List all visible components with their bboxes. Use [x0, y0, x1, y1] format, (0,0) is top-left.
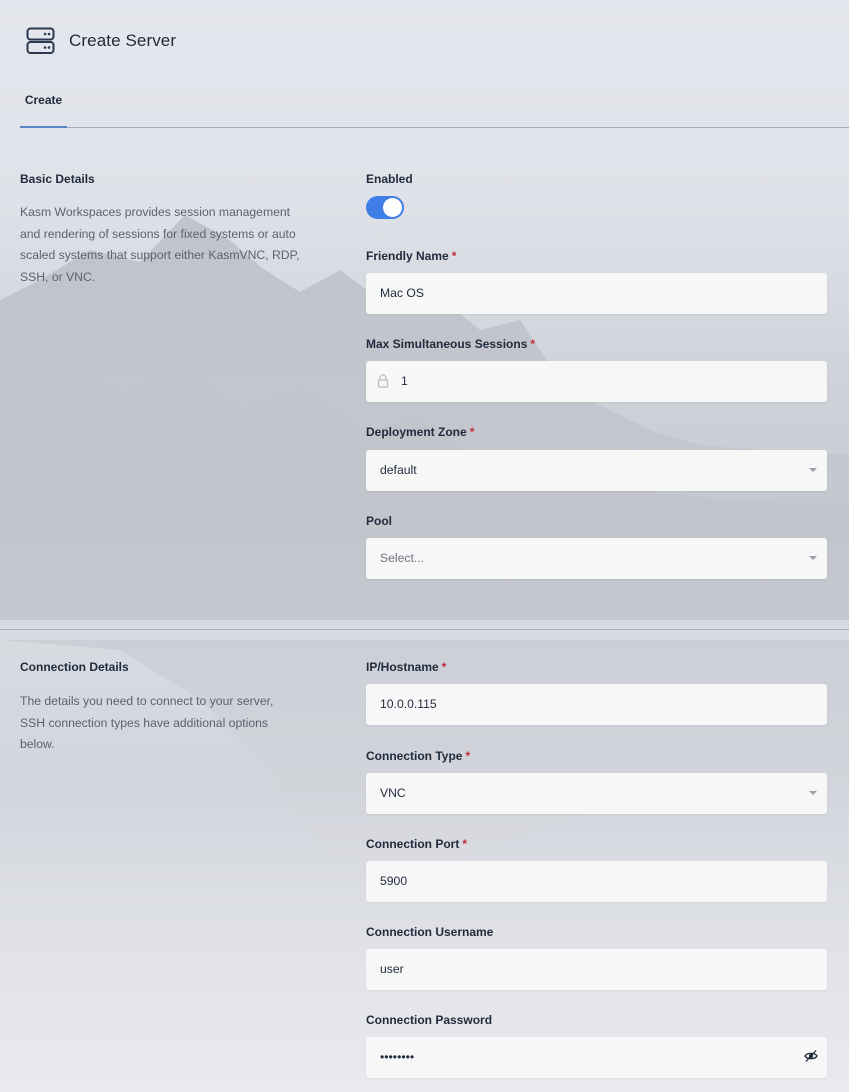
caret-down-icon: [809, 468, 817, 472]
connection-username-label: Connection Username: [366, 925, 494, 939]
connection-port-input[interactable]: 5900: [366, 861, 827, 902]
connection-port-label: Connection Port *: [366, 837, 467, 851]
max-sessions-label-text: Max Simultaneous Sessions: [366, 337, 528, 351]
deployment-zone-label-text: Deployment Zone: [366, 425, 467, 439]
ip-hostname-value: 10.0.0.115: [380, 697, 437, 711]
tab-create[interactable]: Create: [20, 92, 67, 128]
connection-username-value: user: [380, 962, 404, 976]
connection-password-label: Connection Password: [366, 1013, 493, 1027]
ip-hostname-label-text: IP/Hostname: [366, 660, 439, 674]
connection-details-description: The details you need to connect to your …: [20, 694, 274, 751]
server-icon: [26, 27, 55, 54]
required-marker: *: [465, 749, 471, 763]
page-header: Create Server: [26, 26, 176, 56]
pool-label: Pool: [366, 514, 392, 528]
required-marker: *: [469, 425, 475, 439]
connection-password-input[interactable]: ••••••••: [366, 1037, 827, 1078]
connection-port-value: 5900: [380, 874, 408, 888]
max-sessions-label: Max Simultaneous Sessions *: [366, 337, 535, 351]
tab-bar: Create: [20, 92, 849, 128]
connection-type-label: Connection Type *: [366, 749, 470, 763]
eye-slash-icon[interactable]: [804, 1049, 818, 1063]
required-marker: *: [462, 837, 467, 851]
basic-details-title: Basic Details: [20, 172, 95, 186]
deployment-zone-value: default: [380, 463, 417, 477]
pool-placeholder: Select...: [380, 551, 425, 565]
tab-create-label: Create: [24, 93, 63, 107]
max-sessions-value: 1: [401, 374, 408, 388]
enabled-toggle[interactable]: [366, 196, 404, 219]
connection-type-label-text: Connection Type: [366, 749, 463, 763]
ip-hostname-label: IP/Hostname *: [366, 660, 446, 674]
basic-details-description: Kasm Workspaces provides session managem…: [20, 205, 300, 284]
lock-icon: [377, 374, 389, 388]
connection-type-select[interactable]: VNC: [366, 773, 827, 814]
friendly-name-label: Friendly Name *: [366, 249, 456, 263]
deployment-zone-label: Deployment Zone *: [366, 425, 474, 439]
caret-down-icon: [809, 556, 817, 560]
friendly-name-label-text: Friendly Name: [366, 249, 449, 263]
required-marker: *: [530, 337, 536, 351]
connection-username-input[interactable]: user: [366, 949, 827, 990]
required-marker: *: [451, 249, 457, 263]
friendly-name-input[interactable]: Mac OS: [366, 273, 827, 314]
enabled-label: Enabled: [366, 172, 413, 186]
caret-down-icon: [809, 791, 817, 795]
toggle-knob: [383, 198, 402, 217]
connection-password-value: ••••••••: [380, 1050, 415, 1064]
friendly-name-value: Mac OS: [380, 286, 425, 300]
pool-select[interactable]: Select...: [366, 538, 827, 579]
max-sessions-input[interactable]: 1: [366, 361, 827, 402]
connection-type-value: VNC: [380, 786, 406, 800]
connection-port-label-text: Connection Port: [366, 837, 460, 851]
connection-details-title: Connection Details: [20, 660, 129, 674]
deployment-zone-select[interactable]: default: [366, 450, 827, 491]
ip-hostname-input[interactable]: 10.0.0.115: [366, 684, 827, 725]
section-divider: [0, 629, 849, 630]
required-marker: *: [441, 660, 447, 674]
page-title: Create Server: [69, 31, 177, 50]
